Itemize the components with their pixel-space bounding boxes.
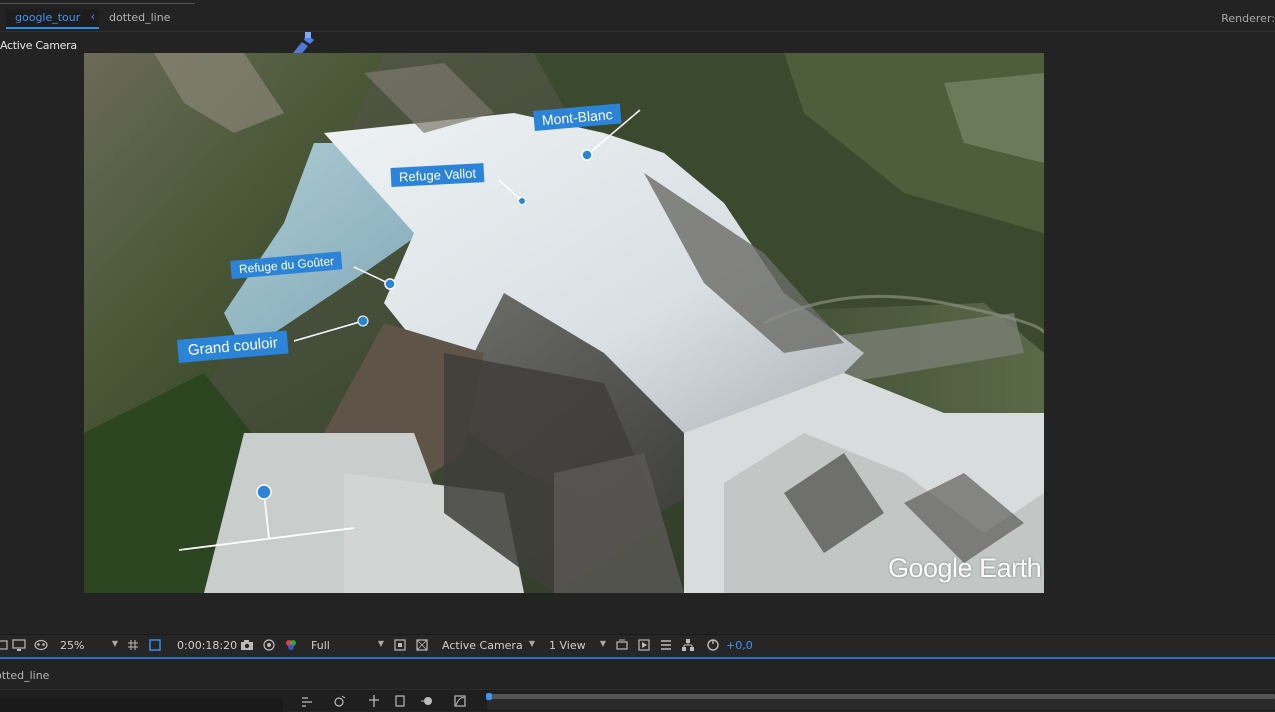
composition-viewer[interactable] [84,53,1044,593]
tab-bar-divider [0,3,195,4]
marker-start-point[interactable] [256,484,272,500]
color-channel-icon[interactable] [284,638,298,652]
chevron-down-icon: ▼ [599,639,606,648]
work-area-bar[interactable] [487,694,1275,699]
transparency-grid-icon[interactable] [148,638,162,652]
camera-snapshot-icon[interactable] [240,638,254,652]
shy-icon[interactable] [367,694,381,708]
marker-refuge-vallot[interactable] [518,197,526,205]
timeline-icon[interactable] [659,638,673,652]
tab-google-tour-label: google_tour [15,11,81,24]
viewer-toolbar: 25% ▼ 0:00:18:20 Full ▼ Active Camera ▼ … [0,634,1275,659]
toggle-pixel-aspect-icon[interactable] [615,638,629,652]
camera-view-dropdown[interactable]: Active Camera ▼ [437,637,537,653]
region-icon[interactable] [0,638,10,652]
resolution-value: Full [311,639,330,652]
exposure-value[interactable]: +0,0 [726,639,753,652]
resolution-dropdown[interactable]: Full ▼ [306,637,386,653]
marker-refuge-gouter[interactable] [384,278,396,290]
chevron-down-icon: ▼ [377,639,384,648]
draft-3d-icon[interactable] [333,694,347,708]
marker-grand-couloir[interactable] [357,315,369,327]
show-snapshot-icon[interactable] [262,638,276,652]
chevron-down-icon: ▼ [528,639,535,648]
chevron-down-icon: ▼ [111,639,118,648]
view-layout-dropdown[interactable]: 1 View ▼ [544,637,608,653]
marker-mont-blanc[interactable] [581,149,593,161]
camera-view-value: Active Camera [442,639,523,652]
composition-tab-bar: google_tour ‹ dotted_line Renderer: [0,0,1275,32]
zoom-dropdown[interactable]: 25% ▼ [56,637,120,653]
chevron-left-icon[interactable]: ‹ [91,10,95,23]
terrain-image [84,53,1044,593]
renderer-label[interactable]: Renderer: [1221,12,1275,25]
reset-exposure-icon[interactable] [706,638,720,652]
grid-icon[interactable] [126,638,140,652]
zoom-value: 25% [60,639,85,652]
work-area-start-handle[interactable] [486,693,492,700]
flowchart-icon[interactable] [681,638,695,652]
monitor-icon[interactable] [12,638,26,652]
region-of-interest-icon[interactable] [393,638,407,652]
viewer-camera-label: Active Camera [0,39,77,52]
motion-blur-icon[interactable] [420,694,434,708]
mask-icon[interactable] [34,638,48,652]
timeline-panel-header: dotted_line [0,659,1275,689]
fast-previews-icon[interactable] [637,638,651,652]
view-layout-value: 1 View [549,639,586,652]
tab-dotted-line[interactable]: dotted_line [109,11,170,24]
tab-google-tour[interactable]: google_tour ‹ [6,9,99,29]
current-timecode[interactable]: 0:00:18:20 [177,639,237,652]
graph-editor-icon[interactable] [453,694,467,708]
frame-blending-icon[interactable] [393,694,407,708]
transparency-icon[interactable] [415,638,429,652]
timeline-comp-name[interactable]: dotted_line [0,669,49,682]
google-earth-logo: Google Earth [888,553,1042,583]
comp-flowchart-icon[interactable] [300,694,314,708]
